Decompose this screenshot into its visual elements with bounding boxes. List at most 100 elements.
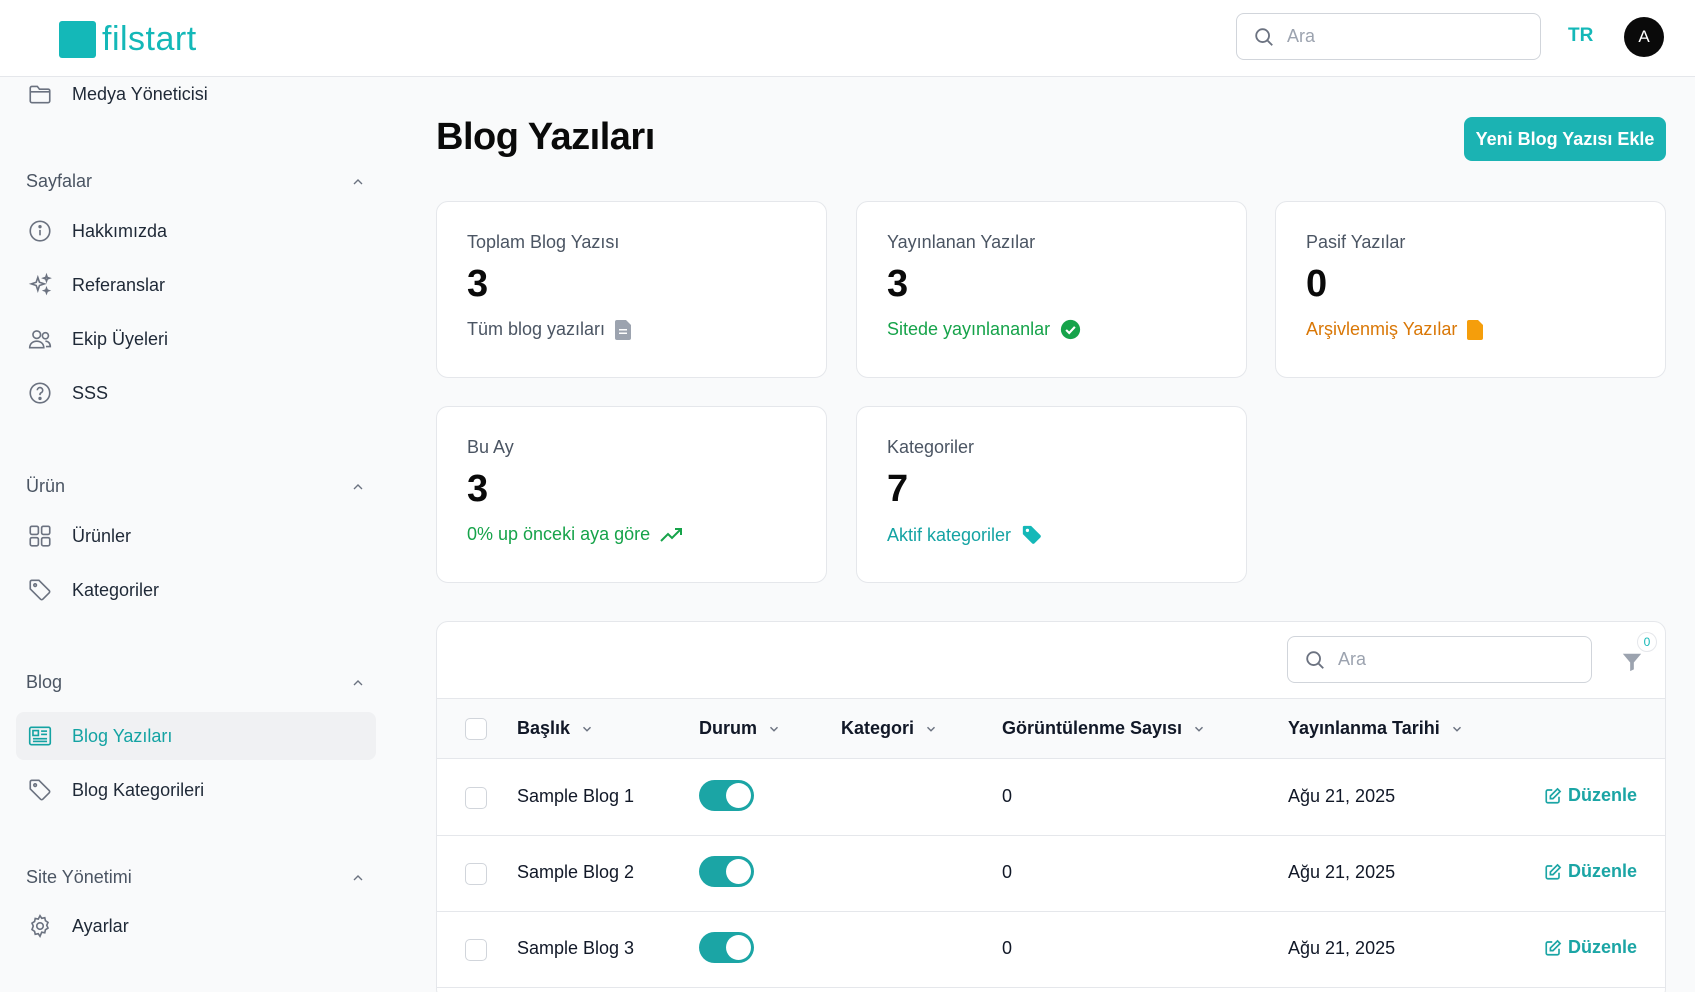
folder-icon: [26, 80, 54, 108]
select-all-checkbox[interactable]: [465, 718, 487, 740]
chevron-down-icon: [1452, 726, 1461, 732]
sidebar-item-label: Blog Yazıları: [72, 725, 173, 746]
toggle-knob: [726, 859, 751, 884]
column-header-label: Durum: [699, 718, 757, 738]
edit-button[interactable]: Düzenle: [1544, 785, 1637, 806]
brand-name: filstart: [102, 20, 197, 58]
column-header-title[interactable]: Başlık: [517, 718, 594, 739]
trending-up-icon: [660, 527, 683, 542]
stat-card-categories: Kategoriler 7 Aktif kategoriler: [856, 406, 1247, 583]
sidebar-group-site-management[interactable]: Site Yönetimi: [26, 867, 366, 888]
edit-button-label: Düzenle: [1568, 785, 1638, 805]
chevron-down-icon: [583, 726, 592, 732]
sidebar-item-references[interactable]: Referanslar: [16, 261, 376, 309]
status-toggle[interactable]: [699, 932, 754, 963]
row-date: Ağu 21, 2025: [1288, 786, 1396, 806]
row-date: Ağu 21, 2025: [1288, 862, 1396, 882]
tag-icon: [1022, 525, 1041, 544]
top-bar: filstart TR A: [0, 0, 1695, 77]
column-header-category[interactable]: Kategori: [841, 718, 938, 739]
sidebar-item-team[interactable]: Ekip Üyeleri: [16, 315, 376, 363]
sidebar: Medya Yöneticisi Sayfalar Hakkımızda Ref…: [0, 77, 395, 992]
stat-description-text: Tüm blog yazıları: [467, 319, 606, 339]
stat-card-total: Toplam Blog Yazısı 3 Tüm blog yazıları: [436, 201, 827, 378]
sidebar-group-label: Blog: [26, 672, 63, 692]
global-search-input[interactable]: [1287, 26, 1527, 47]
sidebar-item-label: Ayarlar: [72, 915, 129, 936]
stat-label: Bu Ay: [467, 437, 514, 457]
stat-description: Aktif kategoriler: [887, 524, 1246, 546]
stat-label: Kategoriler: [887, 437, 975, 457]
status-toggle[interactable]: [699, 780, 754, 811]
sidebar-item-media-manager[interactable]: Medya Yöneticisi: [16, 70, 376, 118]
stat-description: Arşivlenmiş Yazılar: [1306, 319, 1665, 340]
stat-label: Yayınlanan Yazılar: [887, 232, 1036, 252]
edit-button[interactable]: Düzenle: [1544, 861, 1637, 882]
question-icon: [26, 379, 54, 407]
sidebar-item-products[interactable]: Ürünler: [16, 512, 376, 560]
toggle-knob: [726, 783, 751, 808]
document-icon: [1467, 319, 1484, 340]
stat-description: Tüm blog yazıları: [467, 319, 826, 340]
sidebar-item-about[interactable]: Hakkımızda: [16, 207, 376, 255]
edit-icon: [1545, 939, 1562, 956]
blog-posts-table: 0 Başlık Durum Kategori Görüntülenme Say…: [436, 621, 1666, 992]
table-row: Sample Blog 2 0 Ağu 21, 2025 Düzenle: [437, 836, 1665, 912]
row-checkbox[interactable]: [465, 863, 487, 885]
sidebar-item-label: Kategoriler: [72, 579, 160, 600]
stat-description: 0% up önceki aya göre: [467, 524, 826, 545]
column-header-views[interactable]: Görüntülenme Sayısı: [1002, 718, 1206, 739]
sidebar-item-label: Blog Kategorileri: [72, 779, 205, 800]
brand-logo[interactable]: filstart: [59, 20, 197, 59]
info-icon: [26, 217, 54, 245]
column-header-label: Yayınlanma Tarihi: [1288, 718, 1440, 738]
toggle-knob: [726, 935, 751, 960]
sidebar-group-label: Site Yönetimi: [26, 867, 132, 887]
tag-icon: [26, 776, 54, 804]
grid-icon: [26, 522, 54, 550]
edit-icon: [1545, 863, 1562, 880]
stat-value: 7: [887, 468, 909, 510]
tag-icon: [26, 576, 54, 604]
sidebar-item-categories[interactable]: Kategoriler: [16, 566, 376, 614]
chevron-up-icon: [353, 874, 363, 880]
table-search-input[interactable]: [1338, 649, 1578, 670]
sidebar-item-faq[interactable]: SSS: [16, 369, 376, 417]
sidebar-item-label: Referanslar: [72, 274, 166, 295]
stat-card-published: Yayınlanan Yazılar 3 Sitede yayınlananla…: [856, 201, 1247, 378]
column-header-label: Görüntülenme Sayısı: [1002, 718, 1183, 738]
column-header-publish-date[interactable]: Yayınlanma Tarihi: [1288, 718, 1464, 739]
table-row: Sample Blog 1 0 Ağu 21, 2025 Düzenle: [437, 760, 1665, 836]
gear-icon: [26, 912, 54, 940]
column-header-status[interactable]: Durum: [699, 718, 781, 739]
users-icon: [26, 325, 54, 353]
row-checkbox[interactable]: [465, 787, 487, 809]
sidebar-item-blog-posts[interactable]: Blog Yazıları: [16, 712, 376, 760]
new-blog-post-button[interactable]: Yeni Blog Yazısı Ekle: [1464, 117, 1666, 161]
row-checkbox[interactable]: [465, 939, 487, 961]
table-header: Başlık Durum Kategori Görüntülenme Sayıs…: [437, 698, 1665, 759]
sparkles-icon: [26, 271, 54, 299]
chevron-up-icon: [353, 178, 363, 184]
sidebar-group-label: Ürün: [26, 476, 66, 496]
global-search[interactable]: [1236, 13, 1541, 60]
sidebar-item-blog-categories[interactable]: Blog Kategorileri: [16, 766, 376, 814]
sidebar-group-product[interactable]: Ürün: [26, 476, 366, 497]
table-search[interactable]: [1287, 636, 1592, 683]
sidebar-item-label: Ekip Üyeleri: [72, 328, 169, 349]
row-views: 0: [1002, 938, 1013, 958]
search-icon: [1255, 27, 1273, 46]
user-avatar[interactable]: A: [1624, 17, 1664, 57]
logo-mark: [59, 21, 96, 58]
language-switcher[interactable]: TR: [1568, 25, 1593, 47]
sidebar-item-settings[interactable]: Ayarlar: [16, 902, 376, 950]
chevron-down-icon: [769, 726, 779, 732]
table-row: Sample Blog 3 0 Ağu 21, 2025 Düzenle: [437, 912, 1665, 988]
sidebar-item-label: Hakkımızda: [72, 220, 168, 241]
status-toggle[interactable]: [699, 856, 754, 887]
chevron-down-icon: [927, 726, 936, 732]
edit-button[interactable]: Düzenle: [1544, 937, 1637, 958]
stat-description-text: Aktif kategoriler: [887, 524, 1012, 545]
sidebar-group-pages[interactable]: Sayfalar: [26, 171, 366, 192]
sidebar-group-blog[interactable]: Blog: [26, 672, 366, 693]
